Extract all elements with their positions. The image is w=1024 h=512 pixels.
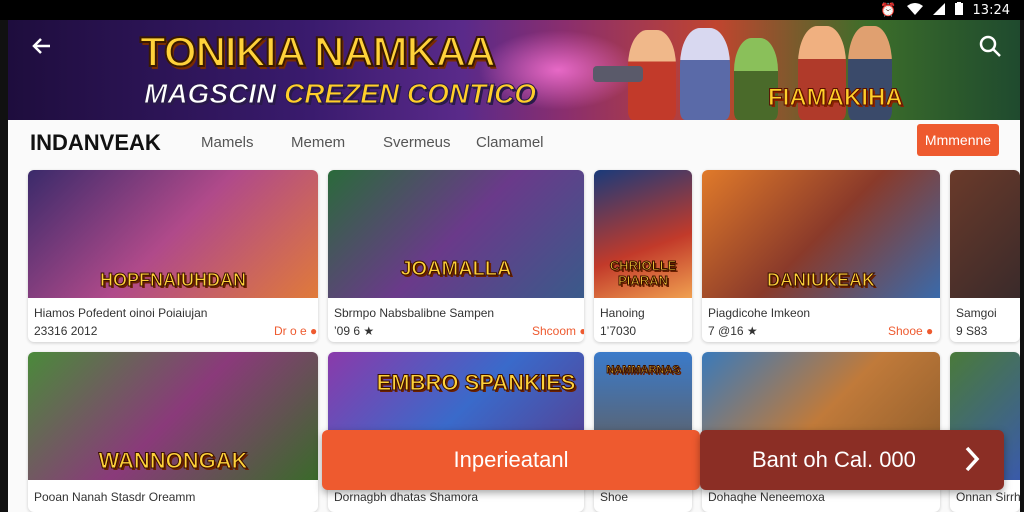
game-card[interactable]: JOAMALLA Sbrmpo Nabsbalibne Sampen ’09 6… xyxy=(328,170,584,342)
card-thumbnail xyxy=(950,170,1020,298)
secondary-action-label: Bant oh Cal. 000 xyxy=(752,447,916,472)
nav-link-2[interactable]: Memem xyxy=(291,134,345,151)
card-thumbnail: CHRIOLLE PIARAN xyxy=(594,170,692,298)
card-meta-text: 7 @16 ★ xyxy=(708,324,758,338)
card-rating: Shcoom ● xyxy=(532,324,584,338)
back-arrow-icon[interactable] xyxy=(30,34,56,60)
card-meta: ’09 6 ★ Shcoom ● xyxy=(334,324,584,338)
top-cta-button[interactable]: Mmmenne xyxy=(917,124,999,156)
game-card[interactable]: DANIUKEAK Piagdicohe Imkeon 7 @16 ★ Shoo… xyxy=(702,170,940,342)
top-nav: INDANVEAK Mamels Memem Svermeus Clamamel… xyxy=(8,120,1020,164)
status-bar: ⏰ 13:24 xyxy=(0,0,1024,20)
primary-action-button[interactable]: Inperieatanl xyxy=(322,430,700,490)
card-meta: 23316 2012 Dr o e ● xyxy=(34,324,317,338)
card-meta: 9 S83 xyxy=(956,324,987,338)
nav-link-3[interactable]: Svermeus xyxy=(383,134,451,151)
hero-subtitle: MAGSCIN CREZEN CONTICO xyxy=(144,78,537,110)
nav-link-4[interactable]: Clamamel xyxy=(476,134,544,151)
card-thumbnail-title: DANIUKEAK xyxy=(767,270,876,291)
card-rating: Shooe ● xyxy=(888,324,934,338)
brand-logo[interactable]: INDANVEAK xyxy=(30,130,161,156)
game-card[interactable]: CHRIOLLE PIARAN Hanoing 1’7030 xyxy=(594,170,692,342)
game-card[interactable]: HOPFNAIUHDAN Hiamos Pofedent oinoi Poiai… xyxy=(28,170,318,342)
card-thumbnail: DANIUKEAK xyxy=(702,170,940,298)
card-meta-text: 1’7030 xyxy=(600,324,637,338)
card-title: Hanoing xyxy=(600,306,645,320)
signal-icon xyxy=(932,2,945,18)
hero-subtitle-b: CREZEN CONTICO xyxy=(284,78,537,110)
card-thumbnail-title: HOPFNAIUHDAN xyxy=(100,270,247,291)
card-thumbnail-title: EMBRO SPANKIES xyxy=(376,370,576,396)
card-thumbnail: HOPFNAIUHDAN xyxy=(28,170,318,298)
card-title: Hiamos Pofedent oinoi Poiaiujan xyxy=(34,306,208,320)
hero-title: TONIKIA NAMKAA xyxy=(139,27,497,76)
hero-weapon xyxy=(593,66,643,82)
card-title: Dohaqhe Neneemoxa xyxy=(708,490,825,504)
card-thumbnail: JOAMALLA xyxy=(328,170,584,298)
card-thumbnail-title: NAMMARNAS xyxy=(606,364,680,377)
card-title: Dornagbh dhatas Shamora xyxy=(334,490,479,504)
card-title: Piagdicohe Imkeon xyxy=(708,306,811,320)
card-thumbnail-title: JOAMALLA xyxy=(400,258,512,281)
game-card[interactable]: WANNONGAK Pooan Nanah Stasdr Oreamm xyxy=(28,352,318,512)
game-card[interactable]: Samgoi 9 S83 xyxy=(950,170,1020,342)
card-title: Shoe xyxy=(600,490,629,504)
card-thumbnail-title: CHRIOLLE PIARAN xyxy=(609,258,677,289)
card-meta-text: 9 S83 xyxy=(956,324,988,338)
card-thumbnail-title: WANNONGAK xyxy=(98,448,248,474)
battery-icon xyxy=(954,2,963,18)
wifi-icon xyxy=(906,2,923,18)
card-title: Pooan Nanah Stasdr Oreamm xyxy=(34,490,196,504)
search-icon[interactable] xyxy=(978,34,1002,58)
clock: 13:24 xyxy=(972,2,1010,18)
hero-banner[interactable]: TONIKIA NAMKAA MAGSCIN CREZEN CONTICO FI… xyxy=(8,20,1020,120)
chevron-right-icon xyxy=(962,444,982,480)
card-title: Samgoi xyxy=(956,306,997,320)
hero-character-2 xyxy=(680,28,730,120)
nav-link-1[interactable]: Mamels xyxy=(201,134,254,151)
card-title: Sbrmpo Nabsbalibne Sampen xyxy=(334,306,495,320)
secondary-action-button[interactable]: Bant oh Cal. 000 xyxy=(700,430,1004,490)
card-meta: 7 @16 ★ Shooe ● xyxy=(708,324,933,338)
card-meta: 1’7030 xyxy=(600,324,636,338)
hero-subtitle-a: MAGSCIN xyxy=(144,78,284,110)
card-rating: Dr o e ● xyxy=(274,324,318,338)
card-meta-text: ’09 6 ★ xyxy=(334,324,375,338)
hero-badge: FIAMAKIHA xyxy=(768,84,904,112)
alarm-icon: ⏰ xyxy=(880,2,897,17)
card-title: Onnan Sirrhe xyxy=(956,490,1020,504)
card-meta-text: 23316 2012 xyxy=(34,324,98,338)
card-thumbnail: WANNONGAK xyxy=(28,352,318,480)
